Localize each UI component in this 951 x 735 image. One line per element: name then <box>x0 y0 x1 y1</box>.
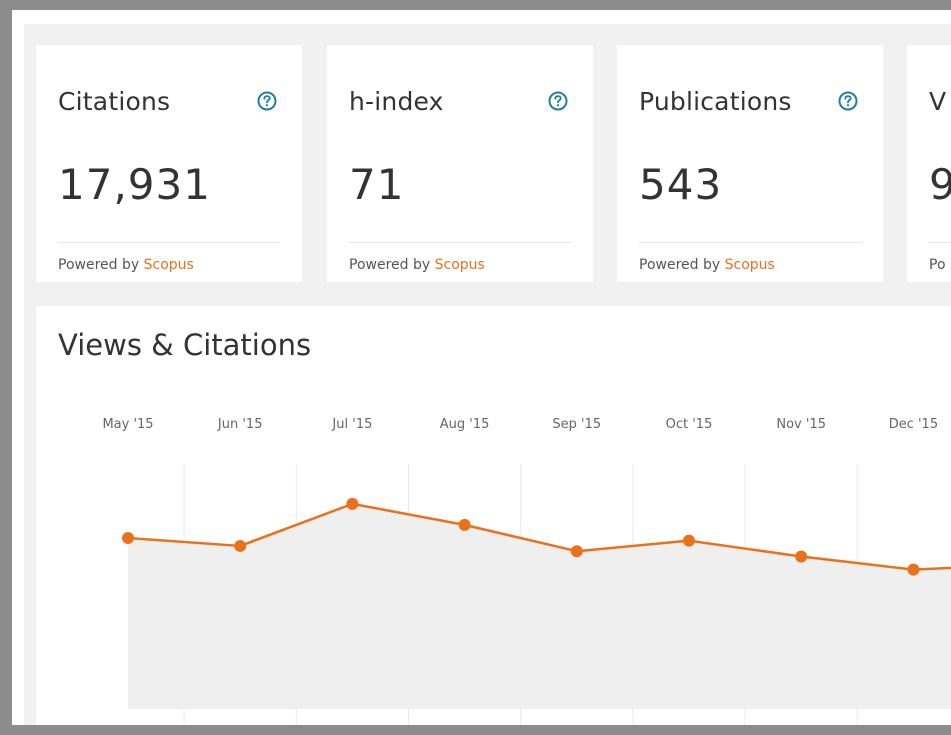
powered-by-label: Powered by <box>58 257 140 273</box>
h-index-card: h-index 71 Powered by Scopus <box>327 45 593 282</box>
divider <box>929 242 951 243</box>
data-point[interactable] <box>683 534 695 547</box>
views-value: 9 <box>929 160 951 209</box>
data-point[interactable] <box>907 563 920 576</box>
data-point[interactable] <box>458 518 471 531</box>
powered-by-label: Po <box>929 257 946 273</box>
publications-value: 543 <box>639 160 723 209</box>
views-citations-chart-card: Views & Citations May '15 Jun '15 Jul '15 A… <box>36 306 951 725</box>
data-point[interactable] <box>795 550 808 563</box>
views-title: V <box>929 87 947 116</box>
views-citations-chart: May '15 Jun '15 Jul '15 Aug '15 Sep '15 Oct '… <box>102 417 951 725</box>
series-area <box>128 503 951 709</box>
h-index-value: 71 <box>349 160 405 209</box>
h-index-title: h-index <box>349 87 444 116</box>
x-tick-label: Dec '15 <box>889 417 938 432</box>
data-point[interactable] <box>570 545 583 558</box>
views-card: V 9 Po <box>907 45 951 282</box>
question-circle-icon[interactable] <box>256 90 278 112</box>
x-tick-label: Sep '15 <box>552 417 601 432</box>
divider <box>639 242 861 243</box>
scopus-link[interactable]: Scopus <box>725 257 775 273</box>
powered-by-label: Powered by <box>349 257 431 273</box>
powered-by-text: Powered by Scopus <box>349 257 485 273</box>
x-tick-label: Nov '15 <box>776 417 826 432</box>
publications-card: Publications 543 Powered by Scopus <box>617 45 883 282</box>
powered-by-text: Powered by Scopus <box>639 257 775 273</box>
citations-title: Citations <box>58 87 171 116</box>
x-tick-label: May '15 <box>102 417 153 432</box>
citations-value: 17,931 <box>58 160 211 209</box>
citations-card: Citations 17,931 Powered by Scopus <box>36 45 302 282</box>
x-tick-label: Aug '15 <box>440 417 490 432</box>
question-circle-icon[interactable] <box>837 90 859 112</box>
x-tick-label: Jun '15 <box>217 417 263 432</box>
question-circle-icon[interactable] <box>547 90 569 112</box>
divider <box>58 242 280 243</box>
divider <box>349 242 571 243</box>
data-point[interactable] <box>234 539 247 552</box>
powered-by-label: Powered by <box>639 257 721 273</box>
data-point[interactable] <box>122 532 134 545</box>
data-point[interactable] <box>346 497 359 510</box>
scopus-link[interactable]: Scopus <box>144 257 194 273</box>
publications-title: Publications <box>639 87 792 116</box>
dashboard-canvas: Citations 17,931 Powered by Scopus h-ind… <box>24 24 951 725</box>
x-tick-label: Oct '15 <box>666 417 713 432</box>
scopus-link[interactable]: Scopus <box>435 257 485 273</box>
x-tick-label: Jul '15 <box>331 417 372 432</box>
powered-by-text: Powered by Scopus <box>58 257 194 273</box>
powered-by-text: Po <box>929 257 946 273</box>
